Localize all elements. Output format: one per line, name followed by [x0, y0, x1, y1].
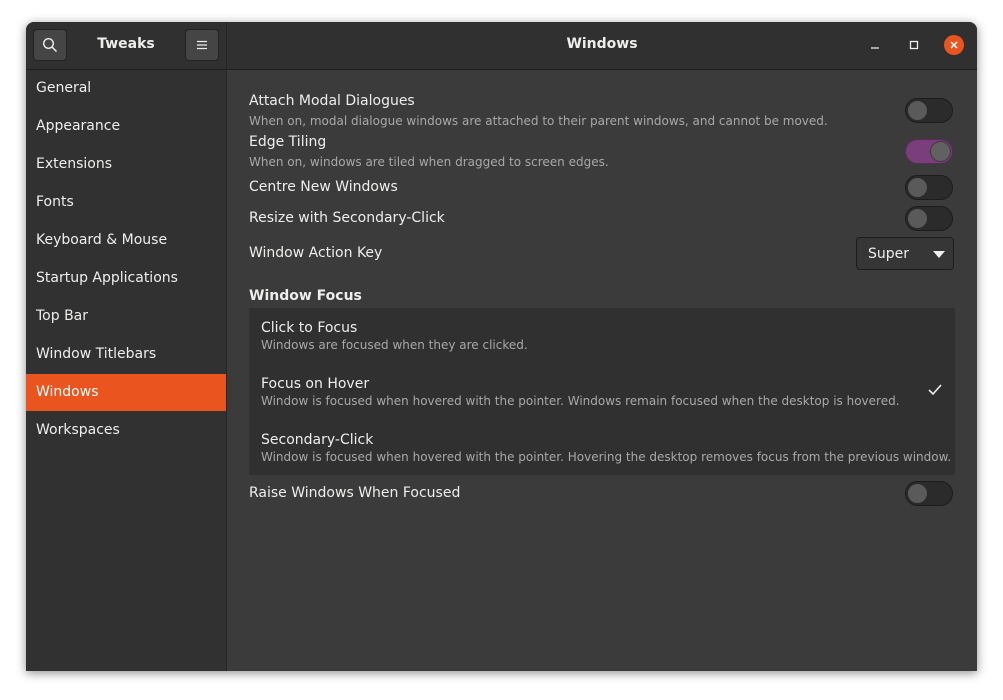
section-title: Windows: [566, 36, 638, 52]
sidebar-item-label: Window Titlebars: [36, 346, 157, 362]
toggle-knob: [907, 208, 928, 229]
search-button[interactable]: [33, 29, 67, 61]
focus-option-description: Window is focused when hovered with the …: [261, 394, 900, 408]
header-bar: Tweaks Windows: [26, 22, 977, 70]
attach-modal-toggle[interactable]: [905, 98, 953, 123]
sidebar-item-label: Fonts: [36, 194, 74, 210]
sidebar-item-label: Windows: [36, 384, 99, 400]
close-button[interactable]: [944, 35, 964, 55]
sidebar-item-label: Top Bar: [36, 308, 89, 324]
focus-option-secondary-click[interactable]: Secondary-Click Window is focused when h…: [249, 420, 955, 476]
sidebar-item-label: Workspaces: [36, 422, 120, 438]
minimize-icon: [871, 47, 879, 49]
settings-panel: Attach Modal Dialogues When on, modal di…: [227, 70, 977, 671]
sidebar-item-workspaces[interactable]: Workspaces: [26, 412, 226, 449]
sidebar: General Appearance Extensions Fonts Keyb…: [26, 70, 227, 671]
focus-option-description: Window is focused when hovered with the …: [261, 450, 952, 464]
menu-button[interactable]: [185, 29, 219, 61]
window-action-key-dropdown[interactable]: Super: [856, 237, 954, 270]
sidebar-item-window-titlebars[interactable]: Window Titlebars: [26, 336, 226, 373]
window-focus-list: Click to Focus Windows are focused when …: [249, 308, 955, 475]
sidebar-item-windows[interactable]: Windows: [26, 374, 226, 411]
edge-tiling-description: When on, windows are tiled when dragged …: [249, 155, 609, 169]
window-focus-heading: Window Focus: [249, 288, 362, 304]
sidebar-item-label: Keyboard & Mouse: [36, 232, 168, 248]
attach-modal-title: Attach Modal Dialogues: [249, 93, 415, 109]
menu-icon: [197, 40, 207, 50]
sidebar-item-fonts[interactable]: Fonts: [26, 184, 226, 221]
sidebar-item-label: General: [36, 80, 92, 96]
header-sidebar-section: Tweaks: [26, 22, 227, 69]
window-action-key-title: Window Action Key: [249, 245, 383, 261]
toggle-knob: [907, 177, 928, 198]
edge-tiling-title: Edge Tiling: [249, 134, 327, 150]
centre-new-windows-title: Centre New Windows: [249, 179, 398, 195]
toggle-knob: [907, 100, 928, 121]
focus-option-focus-on-hover[interactable]: Focus on Hover Window is focused when ho…: [249, 364, 955, 420]
maximize-button[interactable]: [905, 36, 923, 54]
dropdown-value: Super: [868, 246, 910, 262]
resize-secondary-click-title: Resize with Secondary-Click: [249, 210, 445, 226]
minimize-button[interactable]: [866, 36, 884, 54]
sidebar-item-keyboard-mouse[interactable]: Keyboard & Mouse: [26, 222, 226, 259]
search-icon: [42, 37, 58, 53]
toggle-knob: [930, 141, 951, 162]
maximize-icon: [909, 40, 919, 50]
focus-option-title: Click to Focus: [261, 320, 358, 336]
focus-option-click-to-focus[interactable]: Click to Focus Windows are focused when …: [249, 308, 955, 364]
focus-option-title: Focus on Hover: [261, 376, 370, 392]
sidebar-item-general[interactable]: General: [26, 70, 226, 107]
chevron-down-icon: [933, 251, 945, 258]
sidebar-item-extensions[interactable]: Extensions: [26, 146, 226, 183]
attach-modal-description: When on, modal dialogue windows are atta…: [249, 114, 828, 128]
checkmark-icon: [928, 384, 942, 396]
sidebar-item-label: Appearance: [36, 118, 121, 134]
sidebar-item-label: Startup Applications: [36, 270, 178, 286]
raise-windows-title: Raise Windows When Focused: [249, 485, 461, 501]
toggle-knob: [907, 483, 928, 504]
sidebar-item-startup-applications[interactable]: Startup Applications: [26, 260, 226, 297]
tweaks-window: Tweaks Windows General Appearance Extens…: [26, 22, 977, 671]
raise-windows-toggle[interactable]: [905, 481, 953, 506]
focus-option-description: Windows are focused when they are clicke…: [261, 338, 528, 352]
app-title: Tweaks: [97, 36, 155, 52]
edge-tiling-toggle[interactable]: [905, 139, 953, 164]
sidebar-item-top-bar[interactable]: Top Bar: [26, 298, 226, 335]
centre-new-windows-toggle[interactable]: [905, 175, 953, 200]
close-icon: [950, 41, 958, 49]
sidebar-item-appearance[interactable]: Appearance: [26, 108, 226, 145]
resize-secondary-click-toggle[interactable]: [905, 206, 953, 231]
focus-option-title: Secondary-Click: [261, 432, 374, 448]
sidebar-item-label: Extensions: [36, 156, 113, 172]
